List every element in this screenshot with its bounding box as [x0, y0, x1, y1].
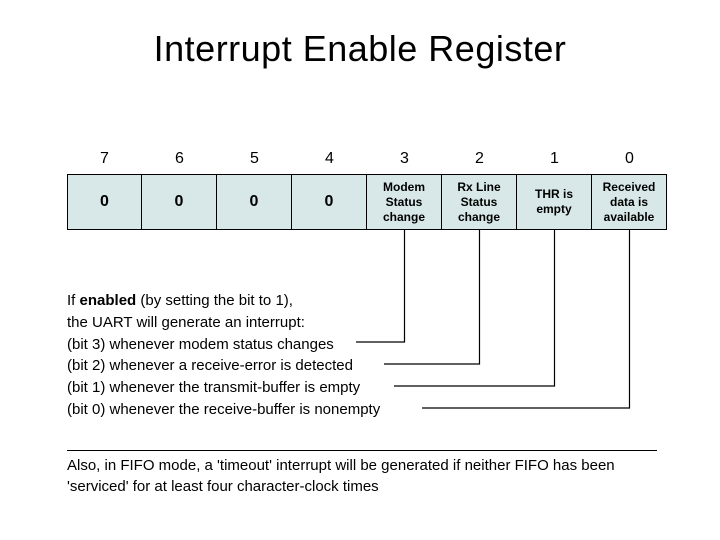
page-title: Interrupt Enable Register	[0, 0, 720, 70]
intro-before: If	[67, 292, 80, 309]
bit-cell-row: 0 0 0 0 Modem Status change Rx Line Stat…	[67, 174, 667, 230]
bit-number: 1	[517, 150, 592, 174]
intro-after: (by setting the bit to 1),	[136, 292, 293, 309]
intro-bold: enabled	[80, 292, 137, 309]
explain-bit3: (bit 3) whenever modem status changes	[67, 334, 380, 356]
bit-number-row: 7 6 5 4 3 2 1 0	[67, 150, 667, 174]
bit-cell-1: THR is empty	[517, 174, 592, 230]
bit-number: 4	[292, 150, 367, 174]
bit-number: 5	[217, 150, 292, 174]
bit-number: 6	[142, 150, 217, 174]
bit-cell-6: 0	[142, 174, 217, 230]
explanation-block: If enabled (by setting the bit to 1), th…	[67, 290, 380, 421]
explain-bit1: (bit 1) whenever the transmit-buffer is …	[67, 377, 380, 399]
register-diagram: 7 6 5 4 3 2 1 0 0 0 0 0 Modem Status cha…	[67, 150, 667, 230]
bit-number: 0	[592, 150, 667, 174]
explain-bit2: (bit 2) whenever a receive-error is dete…	[67, 355, 380, 377]
bit-number: 2	[442, 150, 517, 174]
bit-number: 3	[367, 150, 442, 174]
bit-cell-3: Modem Status change	[367, 174, 442, 230]
footnote: Also, in FIFO mode, a 'timeout' interrup…	[67, 450, 657, 497]
bit-number: 7	[67, 150, 142, 174]
bit-cell-0: Received data is available	[592, 174, 667, 230]
bit-cell-4: 0	[292, 174, 367, 230]
explain-line: the UART will generate an interrupt:	[67, 312, 380, 334]
bit-cell-2: Rx Line Status change	[442, 174, 517, 230]
explain-intro: If enabled (by setting the bit to 1),	[67, 290, 380, 312]
bit-cell-7: 0	[67, 174, 142, 230]
bit-cell-5: 0	[217, 174, 292, 230]
explain-bit0: (bit 0) whenever the receive-buffer is n…	[67, 399, 380, 421]
